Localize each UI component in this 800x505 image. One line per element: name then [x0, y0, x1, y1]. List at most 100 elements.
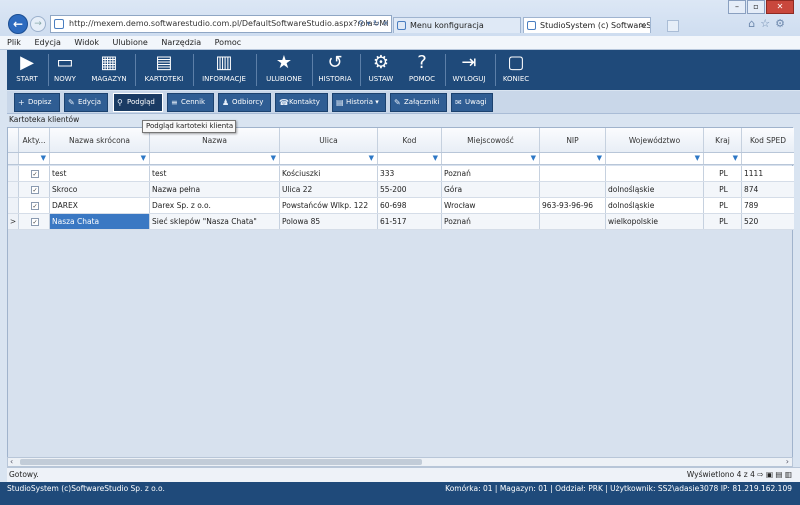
cell-nip[interactable]: 963-93-96-96 [540, 198, 606, 213]
tab-menu-konfiguracja[interactable]: Menu konfiguracja [393, 17, 521, 33]
cell-street[interactable]: Polowa 85 [280, 214, 378, 229]
cell-street[interactable]: Kościuszki [280, 166, 378, 181]
filter-funnel-icon[interactable]: ▼ [369, 154, 374, 163]
tab-studiosystem[interactable]: StudioSystem (c) SoftwareS... ✕ [523, 17, 651, 33]
cell-short-name[interactable]: DAREX [50, 198, 150, 213]
podglad-button[interactable]: ⚲ Podgląd [113, 93, 163, 112]
scroll-left-icon[interactable]: ‹ [10, 457, 13, 466]
cell-code[interactable]: 61-517 [378, 214, 442, 229]
filter-cell-aktywny[interactable]: ▼ [19, 153, 50, 164]
back-arrow-icon[interactable]: ← [8, 14, 28, 34]
cell-city[interactable]: Wrocław [442, 198, 540, 213]
forward-arrow-icon[interactable]: → [30, 16, 46, 32]
scrollbar-thumb[interactable] [20, 459, 422, 465]
cell-country[interactable]: PL [704, 198, 742, 213]
filter-funnel-icon[interactable]: ▼ [597, 154, 602, 163]
row-header[interactable] [8, 166, 19, 181]
filter-funnel-icon[interactable]: ▼ [531, 154, 536, 163]
cell-short-name[interactable]: test [50, 166, 150, 181]
grid-tools-icons[interactable]: ⇨ ▣ ▤ ▥ [757, 470, 792, 479]
cell-province[interactable]: wielkopolskie [606, 214, 704, 229]
uwagi-button[interactable]: ✉ Uwagi [451, 93, 493, 112]
filter-funnel-icon[interactable]: ▼ [733, 154, 738, 163]
historia-dropdown-button[interactable]: ▤ Historia ▾ [332, 93, 386, 112]
cell-nip[interactable] [540, 214, 606, 229]
cell-name[interactable]: Darex Sp. z o.o. [150, 198, 280, 213]
filter-cell-kod-sped[interactable] [742, 153, 794, 164]
cell-country[interactable]: PL [704, 214, 742, 229]
cell-name[interactable]: Nazwa pełna [150, 182, 280, 197]
cell-city[interactable]: Poznań [442, 214, 540, 229]
cell-short-name[interactable]: Nasza Chata [50, 214, 150, 229]
menu-widok[interactable]: Widok [67, 36, 103, 49]
cell-country[interactable]: PL [704, 166, 742, 181]
filter-funnel-icon[interactable]: ▼ [433, 154, 438, 163]
toolbar-pomoc-button[interactable]: ? POMOC [405, 50, 439, 90]
close-window-icon[interactable]: ✕ [766, 0, 794, 14]
toolbar-magazyn-button[interactable]: ▦ MAGAZYN [87, 50, 131, 90]
toolbar-start-button[interactable]: ▶ START [10, 50, 44, 90]
row-header[interactable] [8, 182, 19, 197]
filter-cell-ulica[interactable]: ▼ [280, 153, 378, 164]
toolbar-koniec-button[interactable]: ▢ KONIEC [498, 50, 534, 90]
scroll-right-icon[interactable]: › [786, 457, 789, 466]
cell-province[interactable]: dolnośląskie [606, 198, 704, 213]
toolbar-wyloguj-button[interactable]: ⇥ WYLOGUJ [447, 50, 491, 90]
column-header-nazwa-skrocona[interactable]: Nazwa skrócona [50, 128, 150, 152]
close-tab-icon[interactable]: ✕ [639, 18, 646, 33]
filter-cell-wojewodztwo[interactable]: ▼ [606, 153, 704, 164]
cell-code[interactable]: 55-200 [378, 182, 442, 197]
cell-city[interactable]: Góra [442, 182, 540, 197]
active-checkbox-cell[interactable]: ✓ [19, 214, 50, 229]
horizontal-scrollbar[interactable]: ‹ › [7, 457, 793, 467]
menu-pomoc[interactable]: Pomoc [208, 36, 246, 49]
filter-cell-kod[interactable]: ▼ [378, 153, 442, 164]
cell-nip[interactable] [540, 182, 606, 197]
cell-sped[interactable]: 789 [742, 198, 794, 213]
menu-edycja[interactable]: Edycja [27, 36, 64, 49]
toolbar-historia-button[interactable]: ↺ HISTORIA [314, 50, 356, 90]
filter-cell-nip[interactable]: ▼ [540, 153, 606, 164]
browser-tools-icons[interactable]: ⌂☆⚙ [748, 17, 790, 30]
cell-street[interactable]: Powstańców Wlkp. 122 [280, 198, 378, 213]
odbiorcy-button[interactable]: ♟ Odbiorcy [218, 93, 271, 112]
table-row[interactable]: ✓ test test Kościuszki 333 Poznań PL 111… [8, 166, 794, 182]
column-header-ulica[interactable]: Ulica [280, 128, 378, 152]
table-row[interactable]: ✓ DAREX Darex Sp. z o.o. Powstańców Wlkp… [8, 198, 794, 214]
menu-ulubione[interactable]: Ulubione [106, 36, 152, 49]
cell-short-name[interactable]: Skroco [50, 182, 150, 197]
cell-street[interactable]: Ulica 22 [280, 182, 378, 197]
column-header-wojewodztwo[interactable]: Województwo [606, 128, 704, 152]
active-checkbox-cell[interactable]: ✓ [19, 166, 50, 181]
zalaczniki-button[interactable]: ✎ Załączniki [390, 93, 447, 112]
toolbar-kartoteki-button[interactable]: ▤ KARTOTEKI [140, 50, 188, 90]
active-checkbox[interactable]: ✓ [31, 218, 39, 226]
row-header[interactable] [8, 198, 19, 213]
cell-sped[interactable]: 520 [742, 214, 794, 229]
filter-cell-kraj[interactable]: ▼ [704, 153, 742, 164]
cell-nip[interactable] [540, 166, 606, 181]
column-header-kraj[interactable]: Kraj [704, 128, 742, 152]
active-checkbox[interactable]: ✓ [31, 170, 39, 178]
cell-code[interactable]: 60-698 [378, 198, 442, 213]
toolbar-informacje-button[interactable]: ▥ INFORMACJE [197, 50, 251, 90]
cennik-button[interactable]: ≡ Cennik [167, 93, 214, 112]
cell-name[interactable]: Sieć sklepów "Nasza Chata" [150, 214, 280, 229]
cell-sped[interactable]: 874 [742, 182, 794, 197]
filter-funnel-icon[interactable]: ▼ [271, 154, 276, 163]
toolbar-ulubione-button[interactable]: ★ ULUBIONE [260, 50, 308, 90]
column-header-kod[interactable]: Kod [378, 128, 442, 152]
dopisz-button[interactable]: + Dopisz [14, 93, 60, 112]
active-checkbox-cell[interactable]: ✓ [19, 182, 50, 197]
edycja-button[interactable]: ✎ Edycja [64, 93, 108, 112]
active-checkbox[interactable]: ✓ [31, 202, 39, 210]
row-current-marker[interactable]: > [8, 214, 19, 229]
filter-cell-nazwa-skrocona[interactable]: ▼ [50, 153, 150, 164]
cell-country[interactable]: PL [704, 182, 742, 197]
filter-funnel-icon[interactable]: ▼ [695, 154, 700, 163]
filter-funnel-icon[interactable]: ▼ [141, 154, 146, 163]
cell-sped[interactable]: 1111 [742, 166, 794, 181]
cell-code[interactable]: 333 [378, 166, 442, 181]
filter-funnel-icon[interactable]: ▼ [41, 154, 46, 163]
address-bar[interactable]: http://mexem.demo.softwarestudio.com.pl/… [50, 15, 392, 33]
